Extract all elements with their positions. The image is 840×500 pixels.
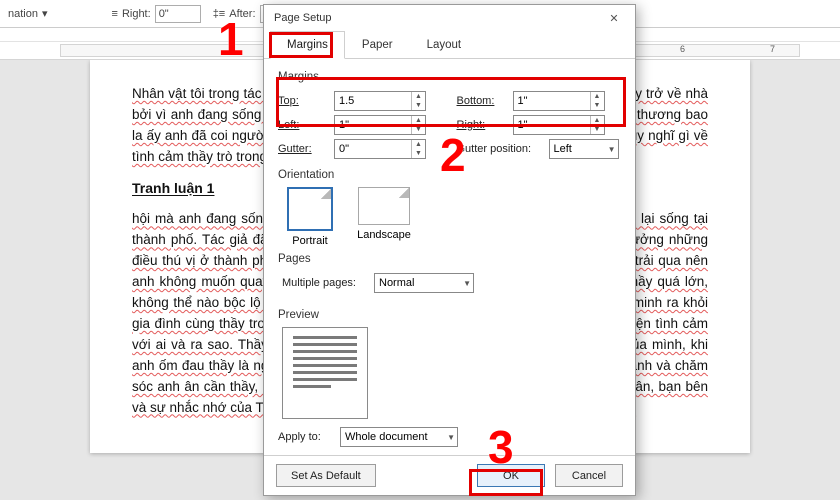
spinner-down-icon[interactable]: ▼ [412,101,425,110]
nation-label: nation [8,8,38,20]
landscape-icon [358,187,410,225]
orientation-portrait[interactable]: Portrait [282,187,338,247]
spinner-up-icon[interactable]: ▲ [412,92,425,101]
close-button[interactable]: ✕ [599,10,629,25]
spinner-up-icon[interactable]: ▲ [412,140,425,149]
spacing-after-label: After: [229,8,255,20]
spinner-up-icon[interactable]: ▲ [591,116,604,125]
gutter-position-dropdown[interactable]: Left▼ [549,139,619,159]
set-as-default-button[interactable]: Set As Default [276,464,376,487]
gutter-label: Gutter: [278,143,328,155]
orientation-landscape[interactable]: Landscape [356,187,412,247]
spinner-down-icon[interactable]: ▼ [591,101,604,110]
gutter-input[interactable]: 0"▲▼ [334,139,426,159]
indent-right-control[interactable]: ≡ Right: 0" [112,5,201,23]
chevron-down-icon: ▾ [42,7,48,20]
margin-left-input[interactable]: 1"▲▼ [334,115,426,135]
pages-group-label: Pages [278,253,621,265]
margin-top-label: Top: [278,95,328,107]
page-setup-dialog: Page Setup ✕ Margins Paper Layout Margin… [263,4,636,496]
spinner-down-icon[interactable]: ▼ [412,149,425,158]
margin-right-input[interactable]: 1"▲▼ [513,115,605,135]
preview-group-label: Preview [278,309,621,321]
dialog-tabs: Margins Paper Layout [264,30,635,59]
margin-top-input[interactable]: 1.5▲▼ [334,91,426,111]
dialog-title: Page Setup [274,12,332,24]
margins-group-label: Margins [278,71,621,83]
dialog-titlebar[interactable]: Page Setup ✕ [264,5,635,30]
ruler-tick: 7 [770,44,775,54]
apply-to-dropdown[interactable]: Whole document▼ [340,427,458,447]
dialog-footer: Set As Default OK Cancel [264,455,635,495]
spinner-up-icon[interactable]: ▲ [412,116,425,125]
margin-left-label: Left: [278,119,328,131]
cancel-button[interactable]: Cancel [555,464,623,487]
margin-bottom-label: Bottom: [457,95,507,107]
multiple-pages-label: Multiple pages: [282,277,368,289]
spinner-down-icon[interactable]: ▼ [412,125,425,134]
indent-right-label: Right: [122,8,151,20]
portrait-icon [287,187,333,231]
tab-paper[interactable]: Paper [345,31,410,59]
apply-to-label: Apply to: [278,431,334,443]
orientation-group-label: Orientation [278,169,621,181]
chevron-down-icon: ▼ [463,279,471,288]
gutter-position-label: Gutter position: [457,143,543,155]
ruler-tick: 6 [680,44,685,54]
spinner-down-icon[interactable]: ▼ [591,125,604,134]
indent-right-icon: ≡ [112,8,118,20]
tab-margins[interactable]: Margins [270,31,345,59]
indent-right-input[interactable]: 0" [155,5,201,23]
close-icon: ✕ [609,13,618,25]
ok-button[interactable]: OK [477,464,545,487]
spacing-after-icon: ‡≡ [213,8,226,20]
pagination-dropdown[interactable]: nation ▾ [8,7,48,20]
spinner-up-icon[interactable]: ▲ [591,92,604,101]
margin-bottom-input[interactable]: 1"▲▼ [513,91,605,111]
chevron-down-icon: ▼ [447,433,455,442]
multiple-pages-dropdown[interactable]: Normal▼ [374,273,474,293]
chevron-down-icon: ▼ [608,145,616,154]
preview-thumbnail [282,327,368,419]
tab-layout[interactable]: Layout [410,31,479,59]
margin-right-label: Right: [457,119,507,131]
